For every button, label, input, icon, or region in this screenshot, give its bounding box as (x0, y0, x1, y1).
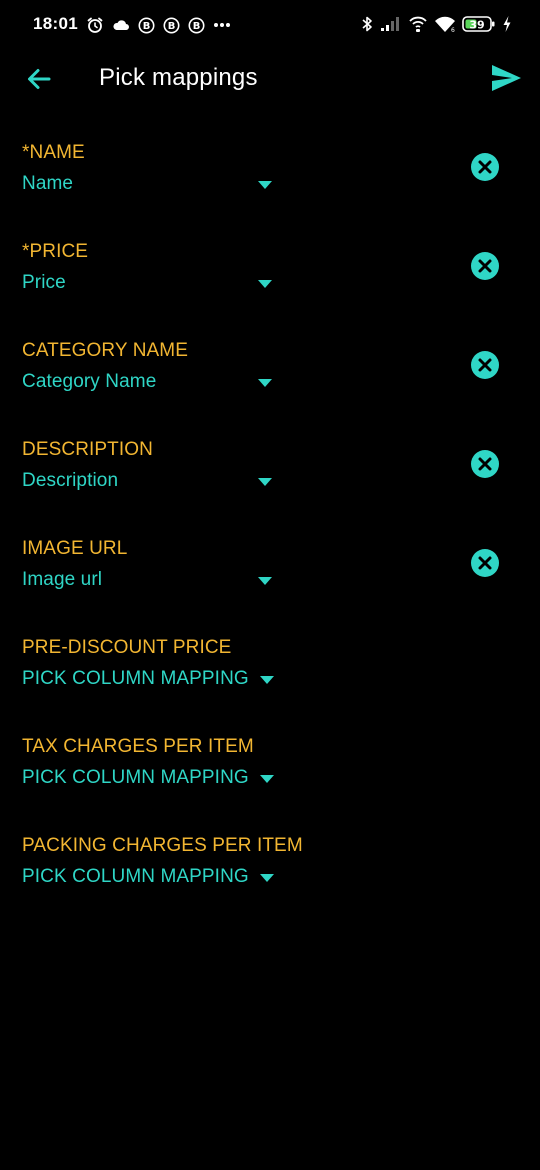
mapping-row-price: *PRICE Price (0, 239, 540, 338)
send-button[interactable] (488, 60, 524, 96)
dropdown-arrow-icon (258, 181, 272, 189)
column-dropdown[interactable]: Price (22, 270, 272, 296)
hotspot-icon (409, 16, 427, 32)
mapping-row-packing-charges: PACKING CHARGES PER ITEM PICK COLUMN MAP… (0, 833, 540, 932)
dropdown-arrow-icon (259, 873, 274, 882)
mapping-row-tax-charges: TAX CHARGES PER ITEM PICK COLUMN MAPPING (0, 734, 540, 833)
status-time: 18:01 (33, 14, 78, 33)
page-title: Pick mappings (99, 64, 258, 91)
mapping-list: *NAME Name *PRICE Price CATEGORY NAME Ca… (0, 140, 540, 932)
more-dots-icon (214, 23, 230, 27)
dropdown-arrow-icon (259, 675, 274, 684)
svg-text:6: 6 (451, 27, 455, 33)
svg-text:B: B (143, 21, 151, 32)
dropdown-arrow-icon (259, 774, 274, 783)
field-label: TAX CHARGES PER ITEM (22, 736, 254, 757)
svg-text:B: B (168, 21, 176, 32)
status-bar: 18:01 B B B 6 39 (0, 0, 540, 48)
b-badge-icon: B (138, 17, 155, 33)
dropdown-arrow-icon (258, 478, 272, 486)
clear-mapping-button[interactable] (470, 548, 500, 578)
dropdown-value: Description (22, 470, 119, 491)
dropdown-arrow-icon (258, 577, 272, 585)
cloud-icon (113, 20, 129, 30)
clear-circle-icon (471, 549, 499, 577)
dropdown-arrow-icon (258, 280, 272, 288)
mapping-row-category-name: CATEGORY NAME Category Name (0, 338, 540, 437)
clear-mapping-button[interactable] (470, 251, 500, 281)
mapping-row-description: DESCRIPTION Description (0, 437, 540, 536)
column-dropdown[interactable]: Name (22, 171, 272, 197)
column-dropdown[interactable]: Image url (22, 567, 272, 593)
dropdown-value: Name (22, 173, 74, 194)
column-dropdown[interactable]: PICK COLUMN MAPPING (22, 864, 274, 890)
notification-icons: B B B (86, 15, 231, 35)
clear-circle-icon (471, 351, 499, 379)
dropdown-arrow-icon (258, 379, 272, 387)
column-dropdown[interactable]: Description (22, 468, 272, 494)
dropdown-value: PICK COLUMN MAPPING (22, 767, 249, 788)
column-dropdown[interactable]: PICK COLUMN MAPPING (22, 666, 274, 692)
field-label: *NAME (22, 142, 85, 163)
wifi-icon: 6 (435, 16, 455, 33)
system-icons: 6 39 (360, 13, 512, 35)
dropdown-value: Image url (22, 569, 103, 590)
dropdown-value: Price (22, 272, 66, 293)
field-label: PRE-DISCOUNT PRICE (22, 637, 232, 658)
battery-icon: 39 (462, 16, 495, 32)
bluetooth-icon (362, 16, 372, 32)
mapping-row-pre-discount-price: PRE-DISCOUNT PRICE PICK COLUMN MAPPING (0, 635, 540, 734)
clear-circle-icon (471, 252, 499, 280)
charging-icon (503, 16, 511, 32)
app-bar: Pick mappings (0, 56, 540, 102)
cell-signal-icon (381, 17, 399, 31)
dropdown-value: Category Name (22, 371, 157, 392)
field-label: DESCRIPTION (22, 439, 153, 460)
b-badge-icon: B (163, 17, 180, 33)
clear-circle-icon (471, 153, 499, 181)
svg-text:B: B (193, 21, 201, 32)
alarm-icon (87, 17, 103, 33)
clear-mapping-button[interactable] (470, 350, 500, 380)
dropdown-value: PICK COLUMN MAPPING (22, 668, 249, 689)
field-label: *PRICE (22, 241, 89, 262)
mapping-row-name: *NAME Name (0, 140, 540, 239)
column-dropdown[interactable]: PICK COLUMN MAPPING (22, 765, 274, 791)
mapping-row-image-url: IMAGE URL Image url (0, 536, 540, 635)
field-label: IMAGE URL (22, 538, 128, 559)
clear-mapping-button[interactable] (470, 152, 500, 182)
clear-circle-icon (471, 450, 499, 478)
b-badge-icon: B (188, 17, 205, 33)
arrow-back-icon (28, 69, 51, 89)
back-button[interactable] (22, 62, 56, 96)
send-icon (492, 65, 521, 91)
svg-text:39: 39 (469, 19, 484, 32)
column-dropdown[interactable]: Category Name (22, 369, 272, 395)
field-label: CATEGORY NAME (22, 340, 189, 361)
dropdown-value: PICK COLUMN MAPPING (22, 866, 249, 887)
clear-mapping-button[interactable] (470, 449, 500, 479)
field-label: PACKING CHARGES PER ITEM (22, 835, 303, 856)
